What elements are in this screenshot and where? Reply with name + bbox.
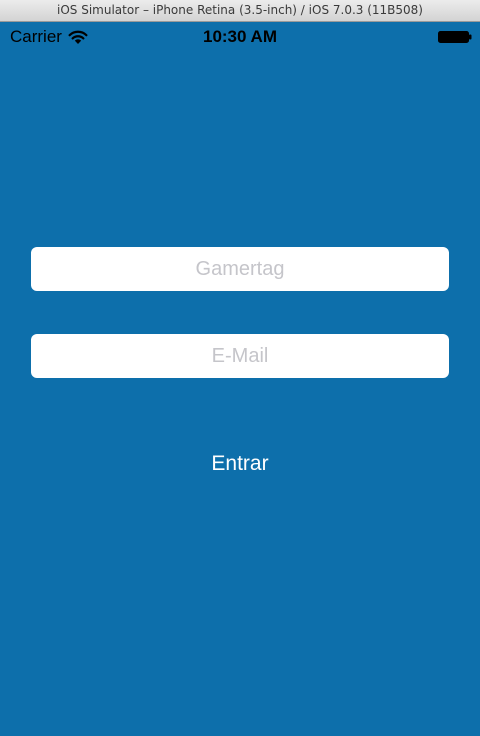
app-screen: Carrier 10:30 AM Entrar xyxy=(0,22,480,736)
simulator-window: iOS Simulator – iPhone Retina (3.5-inch)… xyxy=(0,0,480,736)
email-input[interactable] xyxy=(31,334,449,378)
status-time: 10:30 AM xyxy=(202,27,277,46)
entrar-button[interactable]: Entrar xyxy=(140,446,340,482)
battery-icon xyxy=(438,31,472,43)
status-bar: Carrier 10:30 AM xyxy=(0,22,480,52)
window-title: iOS Simulator – iPhone Retina (3.5-inch)… xyxy=(0,0,480,22)
gamertag-input[interactable] xyxy=(31,247,449,291)
